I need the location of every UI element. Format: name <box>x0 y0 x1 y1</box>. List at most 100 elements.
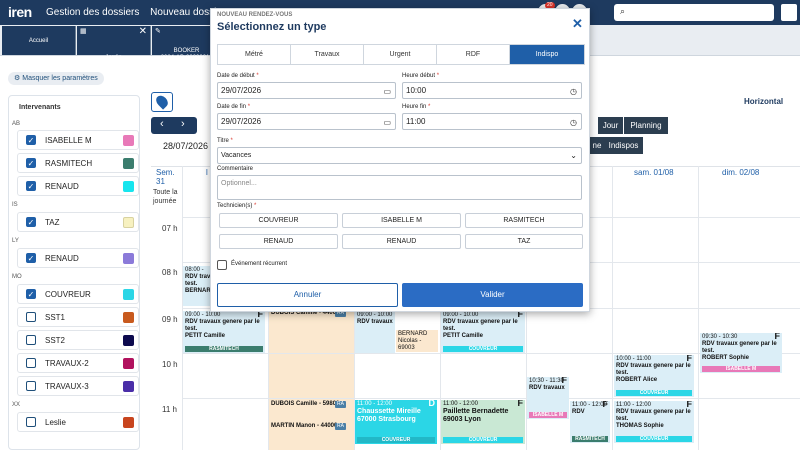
map-pin-button[interactable] <box>151 92 173 112</box>
calendar-event[interactable]: 11:00 - 12:00 Paillette Bernadette 69003… <box>441 400 525 444</box>
color-swatch[interactable] <box>123 417 134 428</box>
intervenant-row[interactable]: SST2 <box>17 330 139 350</box>
intervenant-row[interactable]: ✓ RENAUD <box>17 248 139 268</box>
intervenant-row[interactable]: ✓ RASMITECH <box>17 153 139 173</box>
technician-option[interactable]: RENAUD <box>219 234 338 249</box>
time-start-input[interactable]: 10:00 ◷ <box>402 82 582 99</box>
intervenant-row[interactable]: TRAVAUX-3 <box>17 376 139 396</box>
time-end-input[interactable]: 11:00 ◷ <box>402 113 582 130</box>
titre-select[interactable]: Vacances ⌄ <box>217 147 582 164</box>
intervenant-row[interactable]: ✓ TAZ <box>17 212 139 232</box>
hide-params-button[interactable]: ⚙ Masquer les paramètres <box>8 72 104 85</box>
calendar-event[interactable]: 10:00 - 11:00 RDV travaux genere par le … <box>614 355 694 397</box>
checkbox[interactable] <box>26 312 36 322</box>
view-planning-button[interactable]: Planning <box>624 117 668 134</box>
checkbox[interactable]: ✓ <box>26 217 36 227</box>
clock-icon[interactable]: ◷ <box>570 115 577 130</box>
day-header[interactable]: l <box>206 168 208 177</box>
technician-option[interactable]: TAZ <box>465 234 583 249</box>
color-swatch[interactable] <box>123 335 134 346</box>
calendar-event[interactable]: 11:00 - 12:00 RDV travaux genere par le … <box>614 401 694 443</box>
event-client: PETIT Camille <box>443 333 484 339</box>
event-tech-tag: COUVREUR <box>616 436 692 442</box>
clock-icon[interactable]: ◷ <box>570 84 577 99</box>
color-swatch[interactable] <box>123 158 134 169</box>
calendar-event[interactable]: MARTIN Manon - 44000 RA <box>269 422 353 432</box>
technician-option[interactable]: RENAUD <box>342 234 461 249</box>
type-tab-rdf[interactable]: RDF <box>437 45 510 64</box>
technician-option[interactable]: ISABELLE M <box>342 213 461 228</box>
checkbox[interactable] <box>26 335 36 345</box>
intervenant-row[interactable]: SST1 <box>17 307 139 327</box>
chevron-right-icon[interactable]: › <box>181 118 185 130</box>
color-swatch[interactable] <box>123 135 134 146</box>
calendar-icon[interactable]: ▭ <box>383 115 391 130</box>
color-swatch[interactable] <box>123 312 134 323</box>
intervenant-label: TRAVAUX-2 <box>45 359 89 368</box>
view-indispos-button[interactable]: Indispos <box>604 137 643 154</box>
group-label: MO <box>12 274 22 280</box>
checkbox[interactable]: ✓ <box>26 135 36 145</box>
event-tech-tag: COUVREUR <box>616 390 692 396</box>
date-nav: ‹ › <box>151 117 197 134</box>
close-icon[interactable]: ✕ <box>139 27 147 37</box>
cancel-button[interactable]: Annuler <box>217 283 398 307</box>
calendar-event[interactable]: DUBOIS Camille - 59800 RA <box>269 400 353 410</box>
color-swatch[interactable] <box>123 217 134 228</box>
time-end-value: 11:00 <box>406 117 426 126</box>
checkbox[interactable] <box>26 358 36 368</box>
calendar-event[interactable]: 11:00 - 12:00 Chaussette Mireille 67000 … <box>355 400 437 444</box>
calendar-event[interactable]: 09:30 - 10:30 RDV travaux genere par le … <box>700 333 782 373</box>
checkbox[interactable]: ✓ <box>26 158 36 168</box>
tab-label: BOOKER 2024-AB-00000011 <box>160 48 213 61</box>
validate-button[interactable]: Valider <box>402 283 583 307</box>
intervenant-row[interactable]: Leslie <box>17 412 139 432</box>
calendar-event[interactable]: 11:00 - 12:00 RDV F RASMITECH <box>570 401 610 443</box>
technician-option[interactable]: COUVREUR <box>219 213 338 228</box>
date-end-input[interactable]: 29/07/2026 ▭ <box>217 113 396 130</box>
checkbox[interactable]: ✓ <box>26 253 36 263</box>
type-tab-metre[interactable]: Métré <box>218 45 291 64</box>
checkbox[interactable] <box>26 381 36 391</box>
app-logo[interactable]: iren <box>8 4 32 20</box>
intervenant-row[interactable]: ✓ RENAUD <box>17 176 139 196</box>
color-swatch[interactable] <box>123 358 134 369</box>
intervenant-label: TAZ <box>45 218 60 227</box>
horizontal-toggle[interactable]: Horizontal <box>744 97 783 106</box>
color-swatch[interactable] <box>123 289 134 300</box>
view-day-button[interactable]: Jour <box>598 117 623 134</box>
day-header[interactable]: dim. 02/08 <box>722 168 759 177</box>
color-swatch[interactable] <box>123 381 134 392</box>
intervenant-row[interactable]: ✓ COUVREUR <box>17 284 139 304</box>
technician-option[interactable]: RASMITECH <box>465 213 583 228</box>
close-icon[interactable]: ✕ <box>572 16 583 32</box>
type-tab-indispo[interactable]: Indispo <box>510 45 584 64</box>
logout-icon[interactable] <box>781 4 797 21</box>
intervenant-row[interactable]: TRAVAUX-2 <box>17 353 139 373</box>
calendar-icon[interactable]: ▭ <box>383 84 391 99</box>
date-start-input[interactable]: 29/07/2026 ▭ <box>217 82 396 99</box>
checkbox[interactable]: ✓ <box>26 289 36 299</box>
current-date[interactable]: 28/07/2026 <box>163 141 208 151</box>
calendar-event[interactable]: 09:00 - 10:00 RDV travaux genere par le … <box>441 311 525 353</box>
calendar-event[interactable]: BERNARD Nicolas - 69003 <box>396 330 438 352</box>
calendar-event[interactable]: 10:30 - 11:30 RDV travaux F ISABELLE M <box>527 377 569 419</box>
calendar-event[interactable]: 09:00 - 10:00 RDV travaux <box>355 311 395 353</box>
type-tab-urgent[interactable]: Urgent <box>364 45 437 64</box>
view-semaine-button[interactable]: ne <box>590 137 604 154</box>
comment-textarea[interactable]: Optionnel... <box>217 175 582 200</box>
color-swatch[interactable] <box>123 253 134 264</box>
color-swatch[interactable] <box>123 181 134 192</box>
checkbox[interactable] <box>26 417 36 427</box>
tab-jardin[interactable]: ▦ ✕ Jardin 2023-AB-00000013 <box>77 26 151 68</box>
chevron-left-icon[interactable]: ‹ <box>160 118 164 130</box>
calendar-event[interactable]: 09:00 - 10:00 RDV travaux genere par le … <box>183 311 265 353</box>
intervenant-row[interactable]: ✓ ISABELLE M <box>17 130 139 150</box>
search-input[interactable]: ⌕ <box>614 4 774 21</box>
nav-gestion-dossiers[interactable]: Gestion des dossiers <box>46 7 139 18</box>
tab-accueil[interactable]: Accueil <box>2 26 76 55</box>
recurrent-checkbox[interactable] <box>217 260 227 270</box>
type-tab-travaux[interactable]: Travaux <box>291 45 364 64</box>
day-header[interactable]: sam. 01/08 <box>634 168 674 177</box>
checkbox[interactable]: ✓ <box>26 181 36 191</box>
